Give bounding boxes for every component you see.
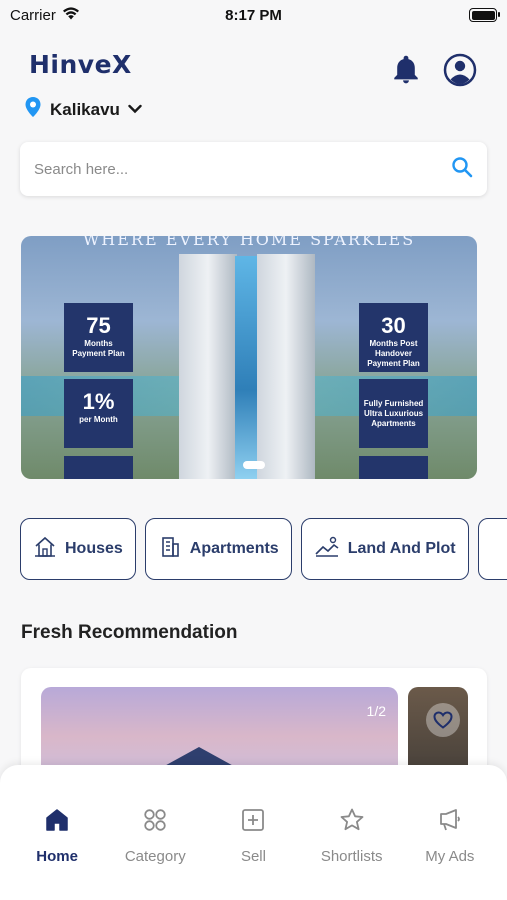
chevron-down-icon: [128, 101, 142, 119]
stat-caption: Months Post Handover Payment Plan: [367, 339, 420, 368]
search-input[interactable]: [34, 160, 451, 178]
app-logo: HinveX: [29, 50, 132, 79]
tower-image: [179, 254, 237, 479]
location-name: Kalikavu: [50, 99, 120, 119]
banner-stat: 75 Months Payment Plan: [64, 303, 133, 372]
house-icon: [33, 535, 57, 564]
banner-stat-partial: [64, 456, 133, 479]
status-left: Carrier: [10, 7, 80, 24]
tab-label: Sell: [240, 848, 266, 865]
tab-label: Home: [36, 848, 78, 865]
stat-caption: per Month: [79, 415, 118, 424]
stat-caption: Months Payment Plan: [72, 339, 125, 358]
location-selector[interactable]: Kalikavu: [24, 96, 142, 123]
category-chip-more[interactable]: [477, 518, 507, 580]
banner-stat: 1% per Month: [64, 379, 133, 448]
carousel-indicator[interactable]: [243, 461, 265, 469]
image-counter: 1/2: [366, 703, 386, 719]
battery-icon: [469, 8, 500, 22]
banner-stat: Fully Furnished Ultra Luxurious Apartmen…: [359, 379, 428, 448]
category-label: Land And Plot: [347, 540, 456, 557]
banner-stat: 30 Months Post Handover Payment Plan: [359, 303, 428, 372]
category-chip-apartments[interactable]: Apartments: [144, 518, 292, 580]
tab-label: Category: [124, 848, 186, 865]
location-pin-icon: [24, 96, 42, 123]
tab-home[interactable]: Home: [11, 765, 103, 900]
sell-icon: [240, 807, 266, 838]
carrier-label: Carrier: [10, 6, 56, 24]
status-bar: Carrier 8:17 PM: [0, 0, 507, 30]
stat-value: 75: [86, 313, 111, 338]
tab-category[interactable]: Category: [109, 765, 201, 900]
tab-sell[interactable]: Sell: [207, 765, 299, 900]
tab-label: Shortlists: [320, 848, 383, 865]
category-label: Apartments: [189, 540, 279, 557]
category-chip-land-and-plot[interactable]: Land And Plot: [300, 518, 469, 580]
stat-caption: Fully Furnished Ultra Luxurious Apartmen…: [363, 399, 424, 428]
category-chips: Houses Apartments Land And Plot: [20, 518, 507, 580]
tower-image: [257, 254, 315, 479]
bottom-tab-bar: Home Category Sell Shortlists My Ads: [0, 765, 507, 900]
star-icon: [339, 807, 365, 838]
category-chip-houses[interactable]: Houses: [20, 518, 136, 580]
account-icon[interactable]: [443, 53, 477, 92]
tower-bridge-image: [235, 256, 259, 479]
building-icon: [158, 535, 182, 564]
megaphone-icon: [437, 807, 463, 838]
home-icon: [44, 807, 70, 838]
search-icon[interactable]: [451, 156, 473, 183]
promo-banner[interactable]: WHERE EVERY HOME SPARKLES 75 Months Paym…: [21, 236, 477, 479]
banner-tagline: WHERE EVERY HOME SPARKLES: [82, 236, 416, 249]
wifi-icon: [62, 6, 80, 24]
tab-my-ads[interactable]: My Ads: [404, 765, 496, 900]
tab-shortlists[interactable]: Shortlists: [306, 765, 398, 900]
stat-value: 1%: [82, 389, 115, 414]
category-label: Houses: [65, 540, 123, 557]
category-icon: [142, 807, 168, 838]
banner-stat-partial: [359, 456, 428, 479]
search-bar: [20, 142, 487, 196]
bell-icon[interactable]: [390, 54, 422, 91]
tab-label: My Ads: [425, 848, 475, 865]
stat-value: 30: [381, 313, 406, 338]
land-icon: [314, 535, 340, 564]
heart-icon[interactable]: [426, 703, 460, 737]
section-title: Fresh Recommendation: [21, 622, 238, 643]
